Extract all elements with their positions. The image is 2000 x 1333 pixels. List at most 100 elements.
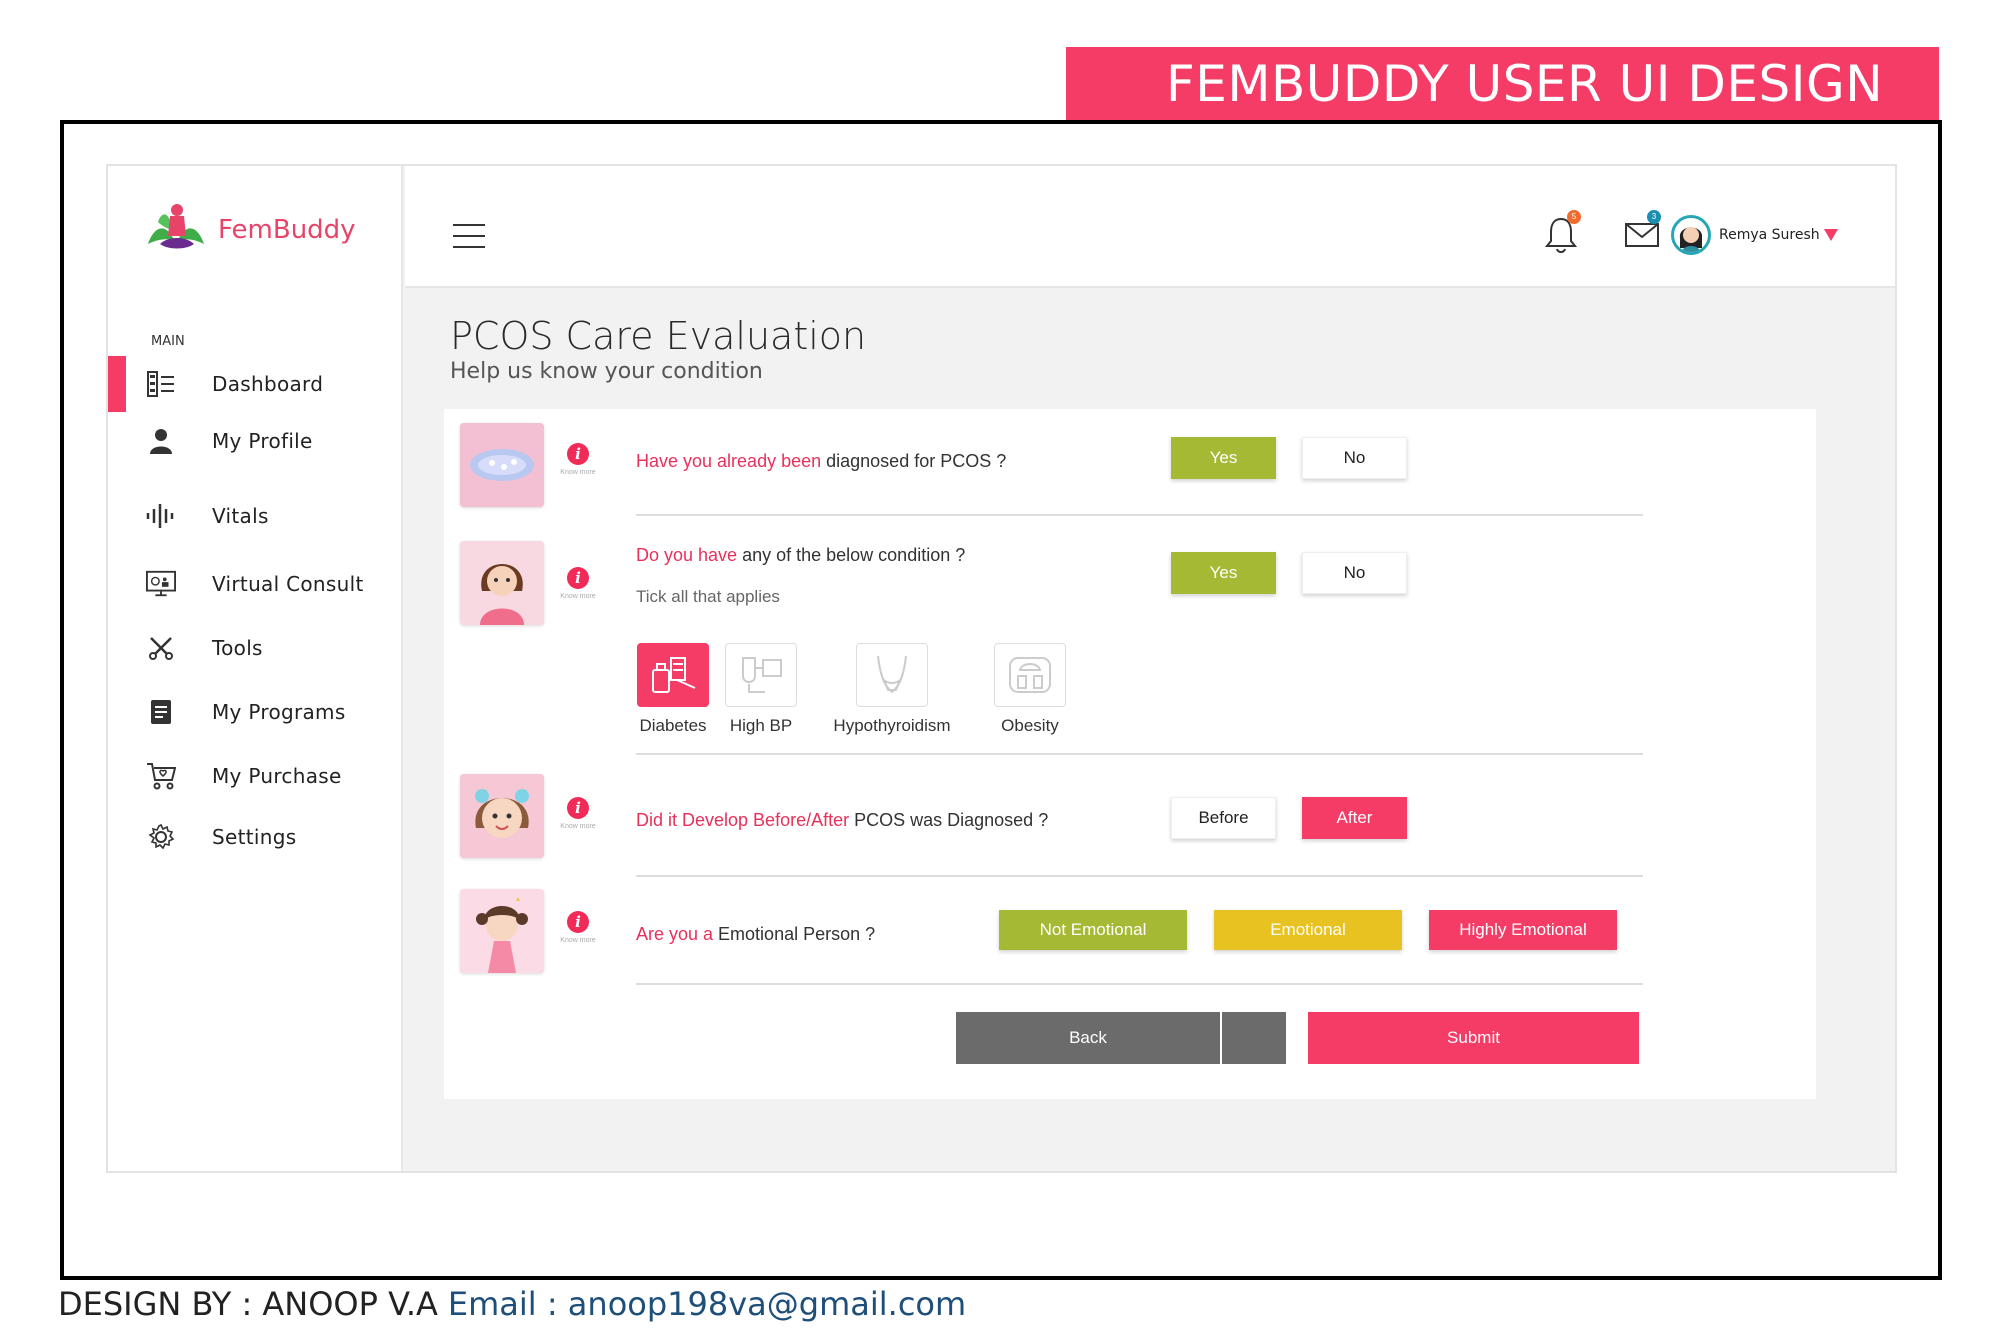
- question-2-hint: Tick all that applies: [636, 587, 780, 606]
- logo-text: FemBuddy: [218, 215, 356, 245]
- sidebar-item-label: Virtual Consult: [212, 572, 364, 596]
- sidebar-item-my-profile[interactable]: My Profile: [108, 413, 401, 469]
- sidebar-item-label: Dashboard: [212, 372, 324, 396]
- avatar: [1671, 215, 1711, 255]
- question-body: diagnosed for PCOS ?: [821, 451, 1007, 471]
- know-more-label: Know more: [560, 937, 596, 944]
- designer-name: DESIGN BY : ANOOP V.A: [58, 1285, 438, 1323]
- designer-email[interactable]: Email : anoop198va@gmail.com: [448, 1285, 966, 1323]
- sidebar-item-label: Vitals: [212, 504, 269, 528]
- q1-no-button[interactable]: No: [1302, 437, 1407, 479]
- sidebar-item-my-purchase[interactable]: My Purchase: [108, 748, 401, 804]
- messages-button[interactable]: 3: [1623, 210, 1663, 254]
- sidebar-item-vitals[interactable]: Vitals: [108, 488, 401, 544]
- user-name: Remya Suresh: [1719, 227, 1820, 243]
- know-more-label: Know more: [560, 469, 596, 476]
- q3-after-button[interactable]: After: [1302, 797, 1407, 839]
- notifications-badge: 5: [1567, 210, 1581, 224]
- sidebar-item-label: Settings: [212, 825, 297, 849]
- divider: [636, 753, 1643, 755]
- page-subtitle: Help us know your condition: [450, 359, 763, 384]
- question-body: Emotional Person ?: [713, 924, 876, 944]
- scale-icon: [1009, 657, 1051, 693]
- user-menu[interactable]: Remya Suresh: [1671, 215, 1838, 255]
- not-emotional-button[interactable]: Not Emotional: [999, 910, 1187, 950]
- info-icon: i: [567, 443, 589, 465]
- design-banner: FEMBUDDY USER UI DESIGN: [1066, 47, 1939, 121]
- app-window: FemBuddy MAIN Dashboard My Profile Vital…: [106, 164, 1897, 1173]
- question-highlight: Did it Develop Before/After: [636, 810, 850, 830]
- sidebar-item-settings[interactable]: Settings: [108, 809, 401, 865]
- monitor-icon: [146, 569, 176, 599]
- condition-hypothyroidism[interactable]: [856, 643, 928, 707]
- divider: [636, 983, 1643, 985]
- know-more-label: Know more: [560, 593, 596, 600]
- notifications-button[interactable]: 5: [1543, 210, 1583, 254]
- info-icon: i: [567, 911, 589, 933]
- question-1: Have you already been diagnosed for PCOS…: [636, 451, 1006, 472]
- sidebar-item-my-programs[interactable]: My Programs: [108, 684, 401, 740]
- sidebar-item-dashboard[interactable]: Dashboard: [108, 356, 401, 412]
- gear-icon: [146, 822, 176, 852]
- sidebar: FemBuddy MAIN Dashboard My Profile Vital…: [108, 166, 403, 1171]
- back-button-extension[interactable]: [1222, 1012, 1286, 1064]
- page-title: PCOS Care Evaluation: [450, 314, 867, 358]
- question-2: Do you have any of the below condition ?: [636, 545, 965, 566]
- blood-pressure-icon: [742, 657, 782, 693]
- question-body: PCOS was Diagnosed ?: [849, 810, 1049, 830]
- info-icon: i: [567, 567, 589, 589]
- question-4: Are you a Emotional Person ?: [636, 924, 875, 945]
- condition-diabetes[interactable]: [637, 643, 709, 707]
- q2-no-button[interactable]: No: [1302, 552, 1407, 594]
- programs-icon: [146, 697, 176, 727]
- top-bar: 5 3 Remya Suresh: [405, 166, 1895, 288]
- q2-yes-button[interactable]: Yes: [1171, 552, 1276, 594]
- emotional-button[interactable]: Emotional: [1214, 910, 1402, 950]
- thyroid-icon: [877, 655, 907, 694]
- know-more-label: Know more: [560, 823, 596, 830]
- back-button[interactable]: Back: [956, 1012, 1220, 1064]
- highly-emotional-button[interactable]: Highly Emotional: [1429, 910, 1617, 950]
- condition-obesity[interactable]: [994, 643, 1066, 707]
- divider: [636, 875, 1643, 877]
- question-highlight: Do you have: [636, 545, 738, 565]
- know-more-q1[interactable]: i Know more: [558, 443, 598, 476]
- sidebar-item-label: My Programs: [212, 700, 346, 724]
- girl-face-illustration: [460, 774, 544, 858]
- sidebar-item-label: Tools: [212, 636, 263, 660]
- q1-yes-button[interactable]: Yes: [1171, 437, 1276, 479]
- condition-label: Obesity: [1001, 716, 1059, 735]
- chevron-down-icon[interactable]: [1823, 229, 1838, 241]
- q3-before-button[interactable]: Before: [1171, 797, 1276, 839]
- emotional-girl-illustration: [460, 889, 544, 973]
- messages-badge: 3: [1647, 210, 1661, 224]
- user-icon: [146, 426, 176, 456]
- logo-icon: [148, 204, 204, 249]
- vitals-icon: [146, 501, 176, 531]
- divider: [636, 514, 1643, 516]
- section-label-main: MAIN: [151, 334, 185, 349]
- diabetes-icon: [652, 657, 696, 693]
- sidebar-item-label: My Profile: [212, 429, 313, 453]
- know-more-q2[interactable]: i Know more: [558, 567, 598, 600]
- woman-thinking-illustration: [460, 541, 544, 625]
- menu-icon[interactable]: [453, 224, 485, 248]
- submit-button[interactable]: Submit: [1308, 1012, 1639, 1064]
- know-more-q3[interactable]: i Know more: [558, 797, 598, 830]
- sidebar-item-label: My Purchase: [212, 764, 342, 788]
- question-highlight: Are you a: [636, 924, 714, 944]
- condition-high-bp[interactable]: [725, 643, 797, 707]
- sidebar-item-virtual-consult[interactable]: Virtual Consult: [108, 556, 401, 612]
- designer-credit: DESIGN BY : ANOOP V.A Email : anoop198va@…: [58, 1285, 966, 1323]
- dashboard-icon: [146, 369, 176, 399]
- ovary-illustration: [460, 423, 544, 507]
- tools-icon: [146, 633, 176, 663]
- cart-icon: [146, 761, 176, 791]
- condition-label: Hypothyroidism: [833, 716, 951, 735]
- info-icon: i: [567, 797, 589, 819]
- question-body: any of the below condition ?: [737, 545, 966, 565]
- know-more-q4[interactable]: i Know more: [558, 911, 598, 944]
- question-highlight: Have you already been: [636, 451, 822, 471]
- sidebar-item-tools[interactable]: Tools: [108, 620, 401, 676]
- logo[interactable]: FemBuddy: [144, 200, 356, 260]
